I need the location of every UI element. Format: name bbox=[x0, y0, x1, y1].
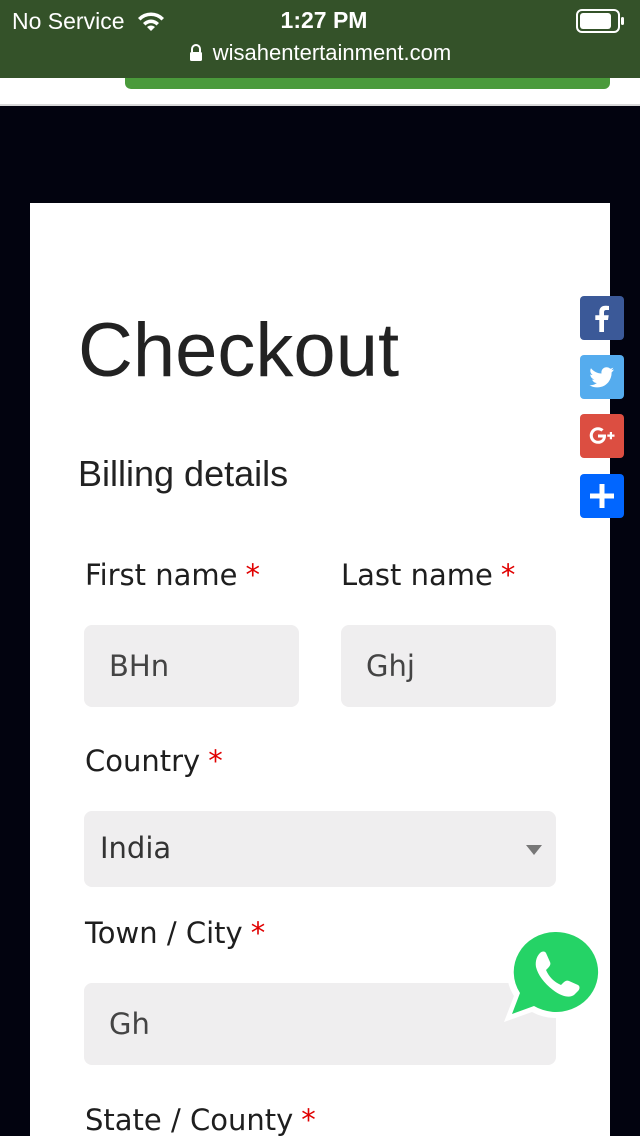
required-marker: * bbox=[500, 558, 516, 592]
first-name-label-text: First name bbox=[85, 558, 238, 592]
town-city-label: Town / City * bbox=[85, 916, 265, 950]
address-bar[interactable]: wisahentertainment.com bbox=[0, 40, 640, 66]
first-name-field[interactable] bbox=[84, 625, 299, 707]
required-marker: * bbox=[301, 1103, 316, 1136]
facebook-icon bbox=[595, 305, 609, 332]
google-plus-icon bbox=[589, 427, 615, 444]
first-name-input[interactable] bbox=[84, 625, 299, 707]
first-name-label: First name * bbox=[85, 558, 260, 592]
last-name-label: Last name * bbox=[341, 558, 515, 592]
add-share-button[interactable] bbox=[580, 474, 624, 518]
last-name-input[interactable] bbox=[341, 625, 556, 707]
site-header bbox=[0, 78, 640, 106]
billing-details-heading: Billing details bbox=[78, 453, 289, 494]
country-selected-value: India bbox=[100, 831, 172, 865]
required-marker: * bbox=[208, 744, 223, 778]
twitter-icon bbox=[589, 367, 614, 388]
town-city-input[interactable] bbox=[84, 983, 556, 1065]
facebook-share-button[interactable] bbox=[580, 296, 624, 340]
battery-icon bbox=[576, 9, 624, 33]
state-county-label: State / County * bbox=[85, 1103, 316, 1136]
page-title: Checkout bbox=[78, 308, 400, 393]
required-marker: * bbox=[250, 916, 266, 950]
country-label: Country * bbox=[85, 744, 223, 778]
town-city-field[interactable] bbox=[84, 983, 556, 1065]
google-plus-share-button[interactable] bbox=[580, 414, 624, 458]
town-city-label-text: Town / City bbox=[85, 916, 243, 950]
clock: 1:27 PM bbox=[280, 7, 368, 33]
whatsapp-chat-button[interactable] bbox=[502, 922, 608, 1024]
required-marker: * bbox=[245, 558, 261, 592]
add-share-icon bbox=[590, 484, 614, 508]
country-select[interactable]: India bbox=[84, 811, 556, 887]
lock-icon bbox=[189, 44, 202, 61]
twitter-share-button[interactable] bbox=[580, 355, 624, 399]
chevron-down-icon bbox=[526, 845, 542, 855]
country-label-text: Country bbox=[85, 744, 201, 778]
browser-status-bar: No Service 1:27 PM wisahentertainment.co… bbox=[0, 0, 640, 78]
header-green-bar[interactable] bbox=[125, 78, 610, 89]
url-text: wisahentertainment.com bbox=[212, 40, 452, 65]
state-county-label-text: State / County bbox=[85, 1103, 294, 1136]
last-name-field[interactable] bbox=[341, 625, 556, 707]
last-name-label-text: Last name bbox=[341, 558, 493, 592]
